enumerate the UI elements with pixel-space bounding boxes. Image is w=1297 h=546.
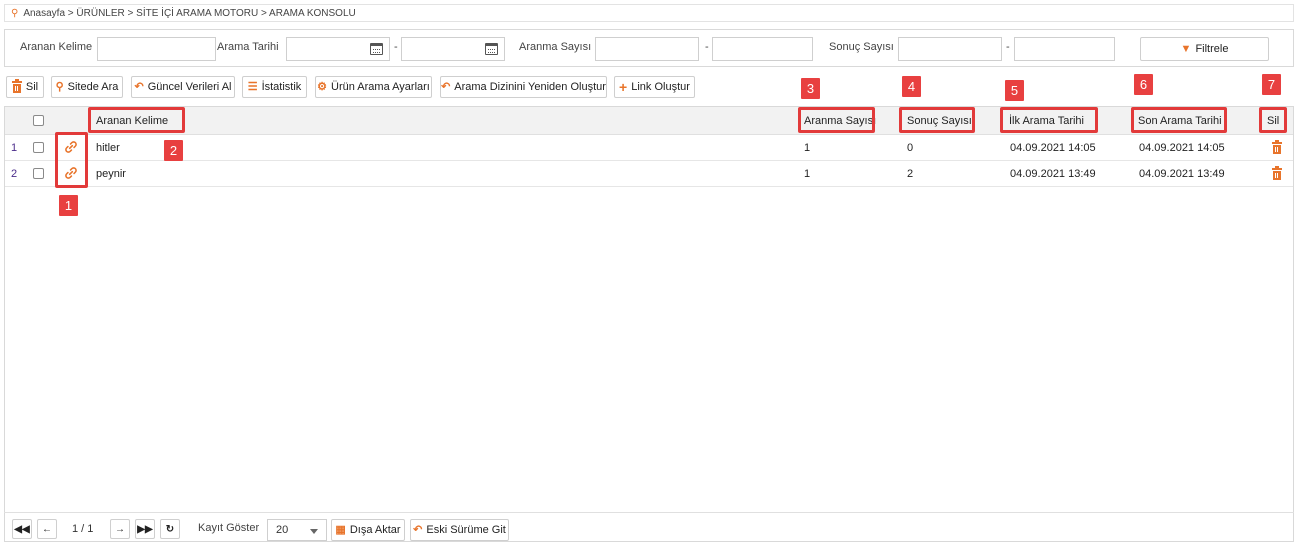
location-pin-icon: ⚲ xyxy=(11,7,19,19)
breadcrumb-text[interactable]: Anasayfa > ÜRÜNLER > SİTE İÇİ ARAMA MOTO… xyxy=(23,8,355,19)
last-date-cell: 04.09.2021 14:05 xyxy=(1139,142,1225,154)
undo-icon: ↶ xyxy=(134,80,144,93)
annotation-box-link-icons xyxy=(55,132,88,188)
next-page-button[interactable]: → xyxy=(110,519,130,539)
result-count-min-input[interactable] xyxy=(898,37,1002,61)
statistics-button[interactable]: ☰ İstatistik xyxy=(242,76,307,98)
page-size-label: Kayıt Göster xyxy=(198,522,260,534)
keyword-filter-input[interactable] xyxy=(97,37,216,61)
keyword-cell: peynir xyxy=(96,168,126,180)
search-count-cell: 1 xyxy=(804,142,811,154)
annotation-number: 1 xyxy=(59,195,78,216)
calendar-icon[interactable] xyxy=(485,43,498,55)
select-all-checkbox[interactable] xyxy=(33,115,44,126)
filter-button[interactable]: ▼ Filtrele xyxy=(1140,37,1269,61)
calendar-icon[interactable] xyxy=(370,43,383,55)
search-icon: ⚲ xyxy=(55,80,64,93)
undo-icon: ↶ xyxy=(413,523,423,536)
pager: ◀◀ ← 1 / 1 → ▶▶ ↻ Kayıt Göster 20 ▦ Dışa… xyxy=(4,512,1294,542)
rebuild-index-button[interactable]: ↶ Arama Dizinini Yeniden Oluştur xyxy=(440,76,607,98)
trash-icon[interactable] xyxy=(1272,166,1282,180)
trash-icon xyxy=(11,79,22,93)
annotation-number: 6 xyxy=(1134,74,1153,95)
create-link-button[interactable]: + Link Oluştur xyxy=(614,76,695,98)
file-export-icon: ▦ xyxy=(335,523,346,536)
breadcrumb: ⚲ Anasayfa > ÜRÜNLER > SİTE İÇİ ARAMA MO… xyxy=(4,4,1294,22)
search-console-grid: Aranan Kelime Aranma Sayısı Sonuç Sayısı… xyxy=(4,106,1294,542)
search-count-filter-label: Aranma Sayısı xyxy=(519,41,592,53)
filter-bar: Aranan Kelime Arama Tarihi - Aranma Sayı… xyxy=(4,29,1294,67)
trash-icon[interactable] xyxy=(1272,140,1282,154)
search-settings-button[interactable]: ⚙ Ürün Arama Ayarları xyxy=(315,76,432,98)
annotation-number: 7 xyxy=(1262,74,1281,95)
search-count-max-input[interactable] xyxy=(712,37,813,61)
previous-page-button[interactable]: ← xyxy=(37,519,57,539)
table-row[interactable]: 1 hitler 1 0 04.09.2021 14:05 04.09.2021… xyxy=(5,135,1293,161)
result-count-cell: 2 xyxy=(907,168,914,180)
gear-icon: ⚙ xyxy=(317,80,328,93)
row-checkbox[interactable] xyxy=(33,142,44,153)
annotation-box-result-count-header xyxy=(899,107,975,133)
result-count-filter-label: Sonuç Sayısı xyxy=(829,41,894,53)
annotation-number: 5 xyxy=(1005,80,1024,101)
filter-icon: ▼ xyxy=(1180,42,1192,55)
range-separator: - xyxy=(394,41,398,53)
first-date-cell: 04.09.2021 14:05 xyxy=(1010,142,1096,154)
last-page-button[interactable]: ▶▶ xyxy=(135,519,155,539)
annotation-box-keyword-header xyxy=(88,107,185,133)
first-date-cell: 04.09.2021 13:49 xyxy=(1010,168,1096,180)
row-number: 2 xyxy=(11,168,18,180)
row-number: 1 xyxy=(11,142,18,154)
annotation-number: 2 xyxy=(164,140,183,161)
annotation-box-delete-header xyxy=(1259,107,1287,133)
plus-icon: + xyxy=(619,79,628,95)
range-separator: - xyxy=(1006,41,1010,53)
delete-button[interactable]: Sil xyxy=(6,76,44,98)
annotation-box-search-count-header xyxy=(798,107,875,133)
chevron-down-icon xyxy=(310,529,318,534)
annotation-box-first-date-header xyxy=(1000,107,1098,133)
last-date-cell: 04.09.2021 13:49 xyxy=(1139,168,1225,180)
export-button[interactable]: ▦ Dışa Aktar xyxy=(331,519,405,541)
page-size-select[interactable]: 20 xyxy=(267,519,327,541)
range-separator: - xyxy=(705,41,709,53)
keyword-cell: hitler xyxy=(96,142,120,154)
search-site-button[interactable]: ⚲ Sitede Ara xyxy=(51,76,123,98)
search-count-cell: 1 xyxy=(804,168,811,180)
old-version-button[interactable]: ↶ Eski Sürüme Git xyxy=(410,519,509,541)
reload-button[interactable]: ↻ xyxy=(160,519,180,539)
date-filter-label: Arama Tarihi xyxy=(217,41,279,53)
search-count-min-input[interactable] xyxy=(595,37,699,61)
undo-icon: ↶ xyxy=(441,80,451,93)
date-to-input[interactable] xyxy=(401,37,505,61)
toolbar: Sil ⚲ Sitede Ara ↶ Güncel Verileri Al ☰ … xyxy=(4,73,1294,103)
grid-header: Aranan Kelime Aranma Sayısı Sonuç Sayısı… xyxy=(5,107,1293,135)
date-from-input[interactable] xyxy=(286,37,390,61)
result-count-max-input[interactable] xyxy=(1014,37,1115,61)
annotation-number: 3 xyxy=(801,78,820,99)
refresh-data-button[interactable]: ↶ Güncel Verileri Al xyxy=(131,76,235,98)
page-info: 1 / 1 xyxy=(72,523,94,535)
list-icon: ☰ xyxy=(247,80,258,93)
row-checkbox[interactable] xyxy=(33,168,44,179)
annotation-box-last-date-header xyxy=(1131,107,1227,133)
annotation-number: 4 xyxy=(902,76,921,97)
result-count-cell: 0 xyxy=(907,142,914,154)
keyword-filter-label: Aranan Kelime xyxy=(20,41,93,53)
table-row[interactable]: 2 peynir 1 2 04.09.2021 13:49 04.09.2021… xyxy=(5,161,1293,187)
first-page-button[interactable]: ◀◀ xyxy=(12,519,32,539)
